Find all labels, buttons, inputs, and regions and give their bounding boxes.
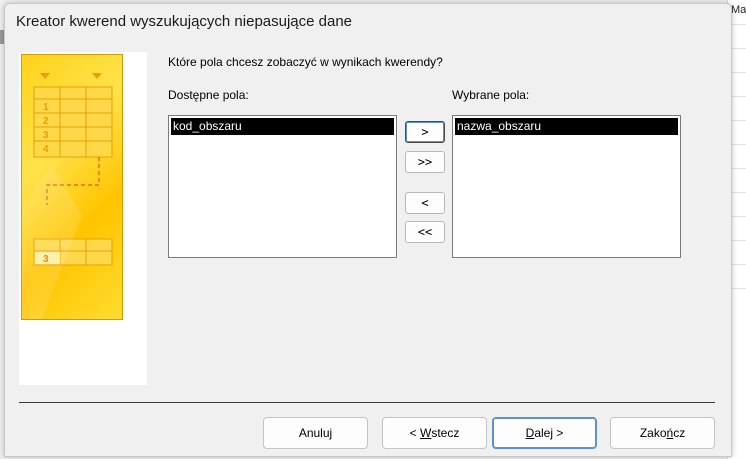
cancel-button[interactable]: Anuluj xyxy=(263,417,368,449)
available-fields-list[interactable]: kod_obszaru xyxy=(168,115,397,258)
diagram-row-label: 3 xyxy=(43,130,49,141)
finish-button[interactable]: Zakończ xyxy=(610,417,715,449)
query-wizard-dialog: Kreator kwerend wyszukujących niepasując… xyxy=(4,3,732,457)
add-field-button[interactable]: > xyxy=(405,121,445,143)
back-button[interactable]: < Wstecz xyxy=(382,417,487,449)
next-label-rest: alej > xyxy=(534,426,564,440)
diagram-row-label: 1 xyxy=(43,102,49,113)
add-all-fields-button[interactable]: >> xyxy=(405,151,445,173)
instruction-text: Które pola chcesz zobaczyć w wynikach kw… xyxy=(168,55,443,69)
available-fields-label: Dostępne pola: xyxy=(168,88,249,102)
dialog-title: Kreator kwerend wyszukujących niepasując… xyxy=(16,13,353,30)
diagram-row-label: 4 xyxy=(43,144,49,155)
finish-label-prefix: Zako xyxy=(639,426,667,440)
selected-fields-label: Wybrane pola: xyxy=(452,88,530,102)
cancel-label: Anuluj xyxy=(298,426,333,440)
background-label: Mak xyxy=(731,4,746,16)
next-accelerator: D xyxy=(525,426,535,440)
footer-divider xyxy=(19,402,715,403)
selected-fields-list[interactable]: nazwa_obszaru xyxy=(452,115,681,258)
list-item-nazwa-obszaru[interactable]: nazwa_obszaru xyxy=(455,118,678,135)
back-label-prefix: < xyxy=(409,426,420,440)
back-accelerator: W xyxy=(420,426,432,440)
list-item-kod-obszaru[interactable]: kod_obszaru xyxy=(171,118,394,135)
remove-all-fields-button[interactable]: << xyxy=(405,221,445,243)
diagram-row-label: 2 xyxy=(43,116,49,127)
wizard-illustration-panel: 1 2 3 4 3 xyxy=(19,52,147,385)
back-label-rest: stecz xyxy=(431,426,460,440)
wizard-illustration: 1 2 3 4 3 xyxy=(21,54,123,320)
table-diagram-icon: 1 2 3 4 3 xyxy=(22,73,113,319)
next-button[interactable]: Dalej > xyxy=(492,417,597,449)
remove-field-button[interactable]: < xyxy=(405,192,445,214)
finish-label-rest: cz xyxy=(673,426,686,440)
